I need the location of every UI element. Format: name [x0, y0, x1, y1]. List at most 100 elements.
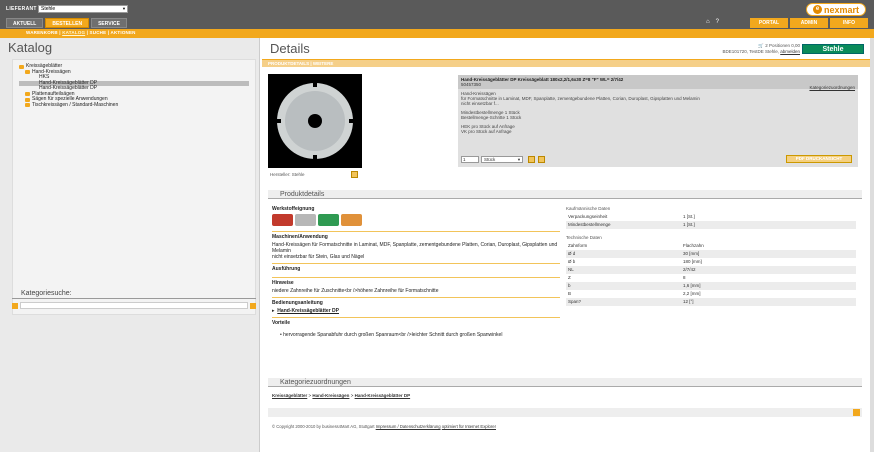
breadcrumb-item[interactable]: Kreissägeblätter	[272, 393, 307, 398]
table-row: B 2,2 [mm]	[568, 291, 701, 296]
table-row: Z8	[568, 275, 686, 280]
breadcrumb: Kreissägeblätter > Hand-Kreissägen > Han…	[272, 393, 411, 398]
impressum-link[interactable]: Impressum / Datenschutzerklärung	[376, 424, 441, 429]
admin-link[interactable]: ADMIN	[790, 18, 828, 28]
werkstoff-panel-icon	[295, 214, 316, 226]
table-row: b 1,6 [mm]	[566, 282, 856, 290]
table-row: NL 2/7/42	[566, 266, 856, 274]
folder-icon	[25, 103, 30, 108]
produktdetails-header: Produktdetails	[268, 190, 862, 199]
logout-link[interactable]: abmelden	[780, 49, 800, 54]
kategoriezuordnungen-link[interactable]: Kategoriezuordnungen	[809, 85, 855, 90]
hinweise-title: Hinweise	[272, 280, 294, 286]
chevron-down-icon: ▼	[517, 157, 521, 162]
product-details-left: Werkstoffeignung Maschinen/Anwendung Han…	[272, 204, 560, 341]
logo-e-icon: e	[812, 5, 822, 14]
folder-icon	[25, 97, 30, 102]
lieferant-value: Stehle	[41, 6, 56, 12]
subnav-warenkorb[interactable]: WARENKORB	[26, 30, 58, 35]
vorteile-text: hervorragende Spanabfuhr durch großen Sp…	[283, 332, 503, 338]
arrow-right-icon: ▸	[272, 308, 275, 314]
table-row: Ø b 180 [mm]	[568, 259, 702, 264]
werkstoff-board-icon	[341, 214, 362, 226]
optimiert-link[interactable]: optimiert für Internet Explorer	[442, 424, 496, 429]
portal-link[interactable]: PORTAL	[750, 18, 788, 28]
product-details-right: Kaufmännische Daten Verpackungseinheit 1 …	[566, 204, 856, 306]
table-row: Mindestbestellmenge 1 [St.]	[566, 221, 856, 229]
scroll-top-icon[interactable]	[853, 409, 860, 416]
details-panel: Details 🛒 2 Positionen 0,00 BDE101720, T…	[262, 38, 874, 452]
pdf-print-button[interactable]: PDF DRUCKANSICHT	[786, 155, 852, 163]
add-to-cart-icon[interactable]	[528, 156, 535, 163]
werkstoff-wood-icon	[272, 214, 293, 226]
tech-title: Technische Daten	[566, 235, 602, 240]
chevron-down-icon: ▼	[122, 6, 126, 11]
cart-count[interactable]: 2 Positionen 0,00	[765, 43, 800, 48]
saw-blade-image	[275, 81, 355, 161]
maschinen-text: Hand-Kreissägen für Formatschnitte in La…	[272, 242, 558, 254]
subnav-katalog[interactable]: KATALOG	[62, 30, 85, 35]
table-row: Span? 12 [°]	[566, 298, 856, 306]
footer-bar	[268, 408, 862, 417]
product-image[interactable]	[268, 74, 362, 168]
top-bar: LIEFERANT Stehle ▼ AKTUELL BESTELLEN SERV…	[0, 0, 874, 32]
breadcrumb-item[interactable]: Hand-Kreissägen	[312, 393, 349, 398]
cart-info: 🛒 2 Positionen 0,00 BDE101720, TestDE St…	[723, 43, 800, 54]
top-icons: ⌂ ?	[706, 19, 719, 25]
maschinen-text-2: nicht einsetzbar für Stein, Glas und Näg…	[272, 254, 365, 260]
user-info: BDE101720, TestDE Stehle,	[722, 48, 779, 54]
article-number: 50457350	[461, 82, 482, 87]
bedienung-title: Bedienungsanleitung	[272, 300, 323, 306]
search-go-icon[interactable]	[250, 302, 256, 309]
stehle-logo: Stehle	[802, 44, 864, 54]
kategoriesuche-title: Kategoriesuche:	[12, 290, 256, 299]
catalog-tree: Kreissägeblätter Hand-Kreissägen HKS Han…	[12, 59, 256, 315]
werkstoff-icons	[272, 214, 560, 226]
quantity-input[interactable]: 1	[461, 156, 479, 163]
tab-service[interactable]: SERVICE	[91, 18, 127, 28]
catalog-panel: Katalog Kreissägeblätter Hand-Kreissägen…	[0, 38, 260, 452]
kategoriesuche-input[interactable]	[20, 302, 248, 309]
vorteile-title: Vorteile	[272, 320, 290, 326]
tree-item[interactable]: Tischkreissägen / Standard-Maschinen	[19, 102, 249, 109]
breadcrumb-item[interactable]: Hand-Kreissägeblätter DP	[355, 393, 411, 398]
detail-tabs: PRODUKTDETAILS | WEITERE	[262, 59, 874, 67]
nexmart-logo: e nexmart	[806, 3, 866, 16]
tab-bestellen[interactable]: BESTELLEN	[45, 18, 90, 28]
catalog-title: Katalog	[8, 40, 53, 55]
subnav-aktionen[interactable]: AKTIONEN	[111, 30, 136, 35]
info-link[interactable]: INFO	[830, 18, 868, 28]
werkstoffeignung-title: Werkstoffeignung	[272, 206, 315, 212]
kaufm-title: Kaufmännische Daten	[566, 206, 611, 211]
subnav-suche[interactable]: SUCHE	[90, 30, 107, 35]
cart-icon[interactable]: 🛒	[758, 43, 764, 48]
logo-text: nexmart	[823, 4, 859, 15]
product-title: Hand-Kreissägeblätter DP Kreissägeblatt …	[461, 77, 624, 82]
top-links: PORTAL ADMIN INFO	[750, 18, 868, 28]
ausfuehrung-title: Ausführung	[272, 266, 301, 272]
search-left-icon[interactable]	[12, 302, 18, 309]
kategoriesuche: Kategoriesuche:	[12, 290, 256, 309]
zoom-icon[interactable]	[351, 171, 358, 178]
table-row: Verpackungseinheit 1 [St.]	[568, 214, 695, 219]
main-tabs: AKTUELL BESTELLEN SERVICE	[6, 18, 127, 28]
kategoriezuordnungen-header: Kategoriezuordnungen	[268, 378, 862, 387]
table-row: Ø d 30 [mm]	[566, 250, 856, 258]
table-row: Zahnform Flachzahn	[568, 243, 704, 248]
maschinen-title: Maschinen/Anwendung	[272, 234, 328, 240]
detail-tabs-label[interactable]: PRODUKTDETAILS | WEITERE	[268, 61, 333, 66]
tab-aktuell[interactable]: AKTUELL	[6, 18, 44, 28]
werkstoff-laminate-icon	[318, 214, 339, 226]
bedienung-link[interactable]: Hand-Kreissägeblätter DP	[277, 308, 339, 314]
scrollbar[interactable]	[870, 38, 874, 452]
notepad-icon[interactable]	[538, 156, 545, 163]
bullet-icon: •	[280, 332, 282, 338]
folder-open-icon	[25, 70, 30, 75]
lieferant-select[interactable]: Stehle ▼	[38, 5, 128, 13]
hinweise-text: niedere Zahnreihe für Zuschnitte<br />hö…	[272, 288, 439, 294]
home-icon[interactable]: ⌂	[706, 19, 710, 25]
sub-nav: WARENKORB | KATALOG | SUCHE | AKTIONEN	[0, 29, 874, 38]
unit-select[interactable]: Stück ▼	[481, 156, 523, 163]
folder-open-icon	[19, 64, 24, 69]
help-icon[interactable]: ?	[716, 19, 719, 25]
